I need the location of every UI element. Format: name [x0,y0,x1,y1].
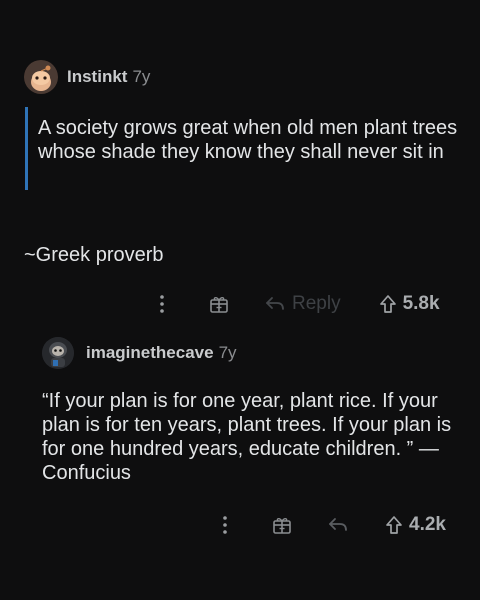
comment-actions: 4.2k [221,511,446,539]
reply-button[interactable]: Reply [264,293,341,315]
upvote-button[interactable]: 5.8k [379,293,440,315]
upvote-arrow-icon [379,295,396,313]
more-options-button[interactable] [221,515,229,535]
more-options-button[interactable] [158,294,166,314]
snoo-avatar-icon [42,337,74,369]
comment-actions: Reply 5.8k [158,290,440,318]
reply-button[interactable] [327,515,349,535]
username[interactable]: Instinkt [67,67,127,87]
gift-award-icon [210,297,228,313]
score: 5.8k [402,293,440,314]
award-button[interactable] [208,293,230,315]
comment-header: imaginethecave 7y [42,337,237,369]
reply-label: Reply [292,293,341,314]
comment-text: ~Greek proverb [24,244,164,266]
comment-header: Instinkt 7y [24,60,150,94]
vertical-ellipsis-icon [223,516,227,534]
upvote-button[interactable]: 4.2k [385,514,446,536]
vertical-ellipsis-icon [160,295,164,313]
user-avatar[interactable] [42,337,74,369]
comment-quote: A society grows great when old men plant… [38,117,458,163]
snoo-avatar-icon [24,60,58,94]
award-button[interactable] [271,514,293,536]
score: 4.2k [409,514,446,535]
quote-bar [25,107,28,190]
comment-age: 7y [218,343,237,362]
comment-age: 7y [132,67,151,86]
upvote-arrow-icon [386,516,402,534]
comment-text: “If your plan is for one year, plant ric… [42,390,452,484]
gift-award-icon [273,518,291,534]
reply-arrow-icon [266,297,284,310]
username[interactable]: imaginethecave [86,343,214,363]
reply-arrow-icon [329,518,347,531]
user-avatar[interactable] [24,60,58,94]
